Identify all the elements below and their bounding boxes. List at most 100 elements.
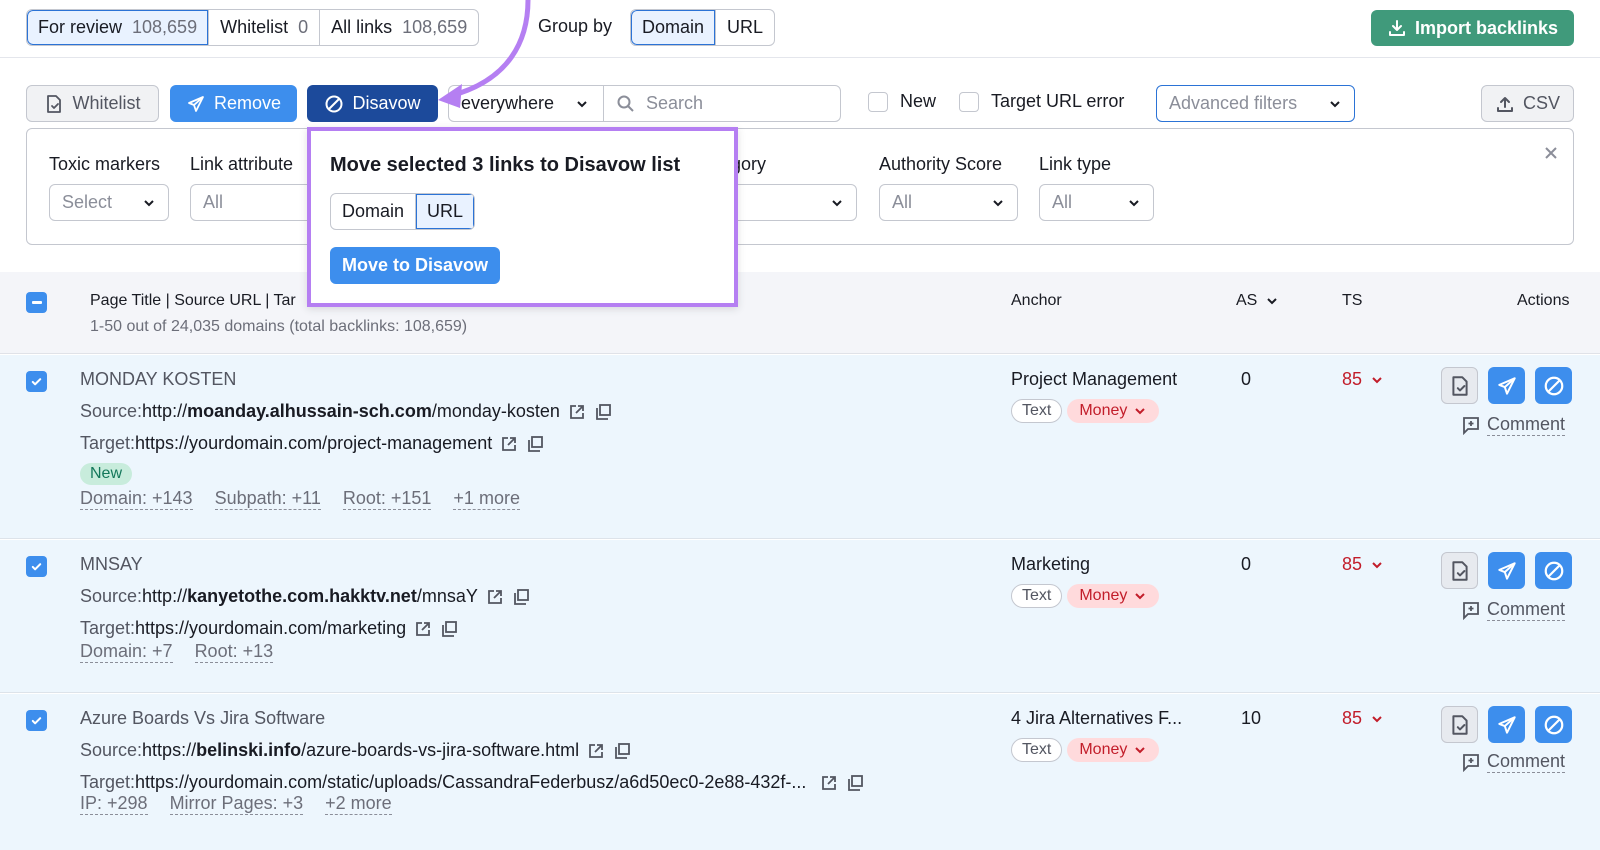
toxic-marker[interactable]: Domain: +143 <box>80 487 193 510</box>
row-whitelist-button[interactable] <box>1441 552 1478 589</box>
move-to-disavow-button[interactable]: Move to Disavow <box>330 247 501 284</box>
anchor-category-tag[interactable]: Money <box>1067 738 1160 762</box>
chevron-down-icon <box>1135 408 1146 415</box>
select-value: All <box>892 192 913 212</box>
table-row: MNSAY Source: http:// kanyetothe.com.hak… <box>0 540 1600 693</box>
target-link[interactable]: https://yourdomain.com/project-managemen… <box>135 433 492 454</box>
source-domain[interactable]: kanyetothe.com.hakktv.net <box>187 586 417 607</box>
comment-label: Comment <box>1487 599 1566 621</box>
column-header-actions: Actions <box>1517 292 1570 309</box>
disavow-level-toggle: Domain URL <box>330 193 476 230</box>
toxic-marker[interactable]: Mirror Pages: +3 <box>169 792 304 815</box>
copy-icon[interactable] <box>846 774 864 792</box>
toxic-marker[interactable]: Domain: +7 <box>80 640 173 663</box>
external-link-icon[interactable] <box>486 588 504 606</box>
comment-button[interactable]: Comment <box>1461 598 1566 621</box>
target-url-error-checkbox[interactable]: Target URL error <box>959 91 1124 112</box>
new-filter-checkbox[interactable]: New <box>868 91 936 112</box>
disavow-button[interactable]: Disavow <box>307 85 438 122</box>
toxicity-score[interactable]: 85 <box>1342 554 1384 575</box>
toxic-marker[interactable]: Root: +151 <box>342 487 432 510</box>
copy-icon[interactable] <box>594 403 612 421</box>
tab-whitelist[interactable]: Whitelist 0 <box>209 10 321 45</box>
external-link-icon[interactable] <box>587 742 605 760</box>
row-whitelist-button[interactable] <box>1441 706 1478 743</box>
document-check-icon <box>47 94 62 113</box>
import-backlinks-button[interactable]: Import backlinks <box>1371 10 1574 46</box>
row-whitelist-button[interactable] <box>1441 367 1478 404</box>
close-filters-button[interactable] <box>1543 141 1559 167</box>
anchor-category-tag[interactable]: Money <box>1067 584 1160 608</box>
more-markers-link[interactable]: +2 more <box>325 792 392 815</box>
link-type-select[interactable]: All <box>1039 184 1154 221</box>
disavow-level-domain[interactable]: Domain <box>331 194 417 229</box>
row-checkbox[interactable] <box>26 710 47 731</box>
status-tabs: For review 108,659 Whitelist 0 All links… <box>26 9 480 46</box>
authority-score-select[interactable]: All <box>879 184 1018 221</box>
row-disavow-button[interactable] <box>1535 552 1572 589</box>
source-path[interactable]: /mnsaY <box>417 586 478 607</box>
comment-button[interactable]: Comment <box>1461 750 1566 773</box>
row-remove-button[interactable] <box>1488 552 1525 589</box>
disavow-level-url[interactable]: URL <box>416 194 475 229</box>
select-value: Select <box>62 192 113 212</box>
copy-icon[interactable] <box>613 742 631 760</box>
toxic-marker[interactable]: IP: +298 <box>80 792 148 815</box>
target-url: Target: https://yourdomain.com/project-m… <box>80 433 544 454</box>
tab-for-review[interactable]: For review 108,659 <box>27 10 210 45</box>
target-link[interactable]: https://yourdomain.com/static/uploads/Ca… <box>135 772 806 793</box>
toxicity-score[interactable]: 85 <box>1342 708 1384 729</box>
checkbox[interactable] <box>868 91 888 112</box>
advanced-filters-panel: Toxic markers Select Link attribute All … <box>26 128 1574 245</box>
checkbox[interactable] <box>959 91 979 112</box>
toxic-marker[interactable]: Subpath: +11 <box>214 487 321 510</box>
source-path[interactable]: /azure-boards-vs-jira-software.html <box>301 740 579 761</box>
group-by-url[interactable]: URL <box>716 10 774 45</box>
authority-score: 0 <box>1241 369 1252 389</box>
export-csv-button[interactable]: CSV <box>1481 85 1574 122</box>
copy-icon[interactable] <box>512 588 530 606</box>
whitelist-button[interactable]: Whitelist <box>26 85 159 122</box>
anchor-type-tag: Text <box>1011 738 1063 762</box>
link-attribute-select[interactable]: All <box>190 184 320 221</box>
remove-button[interactable]: Remove <box>170 85 297 122</box>
search-input[interactable] <box>646 93 826 114</box>
toxic-marker[interactable]: Root: +13 <box>194 640 274 663</box>
toxic-markers: Domain: +7 Root: +13 <box>80 640 274 663</box>
anchor-category-tag[interactable]: Money <box>1067 399 1160 423</box>
scope-value: everywhere <box>461 93 555 113</box>
copy-icon[interactable] <box>440 620 458 638</box>
row-disavow-button[interactable] <box>1535 367 1572 404</box>
external-link-icon[interactable] <box>414 620 432 638</box>
as-header-label: AS <box>1236 292 1258 309</box>
toxicity-score[interactable]: 85 <box>1342 369 1384 390</box>
advanced-filters-dropdown[interactable]: Advanced filters <box>1156 85 1355 122</box>
group-by-domain[interactable]: Domain <box>631 10 717 45</box>
external-link-icon[interactable] <box>568 403 586 421</box>
comment-button[interactable]: Comment <box>1461 413 1566 436</box>
copy-icon[interactable] <box>526 435 544 453</box>
source-path[interactable]: /monday-kosten <box>432 401 560 422</box>
import-backlinks-label: Import backlinks <box>1414 17 1559 38</box>
document-check-icon <box>1451 375 1468 396</box>
select-all-checkbox[interactable] <box>26 292 47 313</box>
row-checkbox[interactable] <box>26 371 47 392</box>
row-checkbox[interactable] <box>26 556 47 577</box>
target-link[interactable]: https://yourdomain.com/marketing <box>135 618 406 639</box>
source-domain[interactable]: moanday.alhussain-sch.com <box>187 401 432 422</box>
tag-label: Money <box>1079 402 1128 419</box>
source-domain[interactable]: belinski.info <box>196 740 301 761</box>
tab-all-links[interactable]: All links 108,659 <box>320 10 478 45</box>
row-remove-button[interactable] <box>1488 706 1525 743</box>
row-remove-button[interactable] <box>1488 367 1525 404</box>
row-disavow-button[interactable] <box>1535 706 1572 743</box>
external-link-icon[interactable] <box>820 774 838 792</box>
more-markers-link[interactable]: +1 more <box>453 487 520 510</box>
advanced-filters-label: Advanced filters <box>1169 93 1298 113</box>
anchor-type-tag: Text <box>1011 399 1063 423</box>
external-link-icon[interactable] <box>500 435 518 453</box>
column-header-as[interactable]: AS <box>1236 292 1279 310</box>
scope-dropdown[interactable]: everywhere <box>449 86 604 121</box>
toxic-markers-select[interactable]: Select <box>49 184 169 221</box>
remove-button-label: Remove <box>213 93 282 113</box>
